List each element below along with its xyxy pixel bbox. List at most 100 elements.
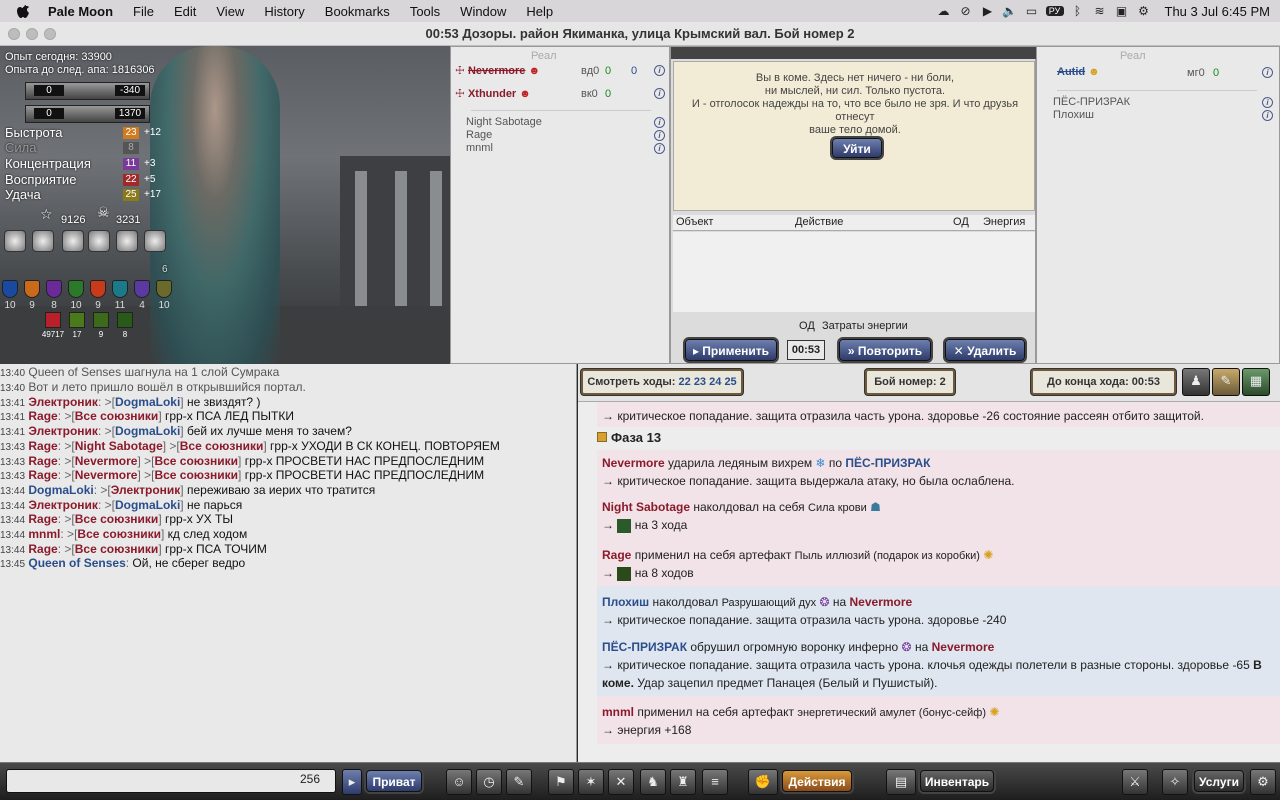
- minimize-window-button[interactable]: [26, 28, 38, 40]
- clock-icon[interactable]: ◷: [476, 769, 502, 795]
- chat-panel[interactable]: 13:40 Queen of Senses шагнула на 1 слой …: [0, 364, 577, 762]
- cancel-magic-icon[interactable]: ✕: [608, 769, 634, 795]
- shield-icon[interactable]: [90, 280, 106, 298]
- ally-name[interactable]: Night Sabotage: [466, 116, 542, 128]
- shield-icon[interactable]: [2, 280, 18, 298]
- chat-sender[interactable]: Rage: [28, 468, 57, 482]
- ally-name[interactable]: Плохиш: [1053, 109, 1094, 121]
- chat-recipient[interactable]: Все союзники: [75, 409, 159, 423]
- chat-sender[interactable]: mnml: [28, 527, 60, 541]
- chat-recipient[interactable]: DogmaLoki: [115, 395, 180, 409]
- settings-icon[interactable]: ⚙: [1250, 769, 1276, 795]
- send-button[interactable]: ▸: [342, 769, 362, 795]
- move-link[interactable]: 24: [709, 376, 721, 388]
- chat-recipient[interactable]: Все союзники: [75, 542, 159, 556]
- notification-icon[interactable]: ▣: [1111, 4, 1133, 18]
- chat-recipient[interactable]: Nevermore: [75, 468, 138, 482]
- log-actor[interactable]: mnml: [602, 705, 634, 719]
- ally-name[interactable]: Rage: [466, 129, 492, 141]
- chat-recipient[interactable]: Электроник: [111, 483, 181, 497]
- wifi-icon[interactable]: ≋: [1089, 4, 1111, 18]
- actions-button[interactable]: Действия: [782, 770, 852, 792]
- magic-wand-icon[interactable]: ✧: [1162, 769, 1188, 795]
- chat-sender[interactable]: DogmaLoki: [28, 483, 93, 497]
- menu-edit[interactable]: Edit: [164, 4, 206, 19]
- chat-sender[interactable]: Электроник: [28, 498, 98, 512]
- character-icon[interactable]: ♟: [1182, 368, 1210, 396]
- apply-button[interactable]: ▸ Применить: [685, 339, 777, 361]
- tools-icon[interactable]: [116, 230, 138, 252]
- team-icon[interactable]: ♜: [670, 769, 696, 795]
- fighter-row[interactable]: Autid ☻: [1057, 66, 1100, 78]
- chat-sender[interactable]: Электроник: [28, 424, 98, 438]
- mail-icon[interactable]: [32, 230, 54, 252]
- shield-icon[interactable]: [134, 280, 150, 298]
- delete-button[interactable]: ✕ Удалить: [945, 339, 1025, 361]
- chat-recipient[interactable]: DogmaLoki: [115, 424, 180, 438]
- move-link[interactable]: 25: [724, 376, 736, 388]
- menu-tools[interactable]: Tools: [400, 4, 450, 19]
- fighter-name[interactable]: Xthunder: [468, 88, 516, 100]
- chat-recipient[interactable]: DogmaLoki: [115, 498, 180, 512]
- pen-icon[interactable]: ✎: [506, 769, 532, 795]
- clan-icon[interactable]: [4, 230, 26, 252]
- inventory-icon[interactable]: ▤: [886, 769, 916, 795]
- chat-sender[interactable]: Queen of Senses: [28, 556, 125, 570]
- log-actor[interactable]: Rage: [602, 548, 631, 562]
- zoom-window-button[interactable]: [44, 28, 56, 40]
- chat-sender[interactable]: Rage: [28, 439, 57, 453]
- creative-cloud-icon[interactable]: ☁: [933, 4, 955, 18]
- battery-icon[interactable]: ▭: [1021, 4, 1043, 18]
- log-target[interactable]: Nevermore: [850, 595, 913, 609]
- info-icon[interactable]: i: [1262, 97, 1273, 108]
- chat-sender[interactable]: Rage: [28, 542, 57, 556]
- fighter-row[interactable]: ☩ Nevermore ☻: [455, 64, 540, 77]
- info-icon[interactable]: i: [654, 143, 665, 154]
- scroll-icon[interactable]: ✎: [1212, 368, 1240, 396]
- shield-icon[interactable]: [156, 280, 172, 298]
- log-actor[interactable]: Night Sabotage: [602, 500, 690, 514]
- menu-history[interactable]: History: [254, 4, 314, 19]
- info-icon[interactable]: i: [654, 65, 665, 76]
- leave-button[interactable]: Уйти: [832, 138, 882, 158]
- run-icon[interactable]: ⚑: [548, 769, 574, 795]
- apple-icon[interactable]: [12, 0, 34, 22]
- log-target[interactable]: ПЁС-ПРИЗРАК: [845, 456, 930, 470]
- ally-name[interactable]: ПЁС-ПРИЗРАК: [1053, 96, 1130, 108]
- smiley-icon[interactable]: ☺: [446, 769, 472, 795]
- info-icon[interactable]: i: [1262, 67, 1273, 78]
- private-button[interactable]: Приват: [366, 770, 422, 792]
- chat-recipient[interactable]: Nevermore: [75, 454, 138, 468]
- bluetooth-icon[interactable]: ᛒ: [1067, 4, 1089, 18]
- shield-icon[interactable]: [46, 280, 62, 298]
- info-icon[interactable]: i: [654, 117, 665, 128]
- chat-recipient[interactable]: Все союзники: [154, 468, 238, 482]
- repeat-button[interactable]: » Повторить: [839, 339, 931, 361]
- chat-sender[interactable]: Rage: [28, 512, 57, 526]
- map-icon[interactable]: ▦: [1242, 368, 1270, 396]
- menu-help[interactable]: Help: [516, 4, 563, 19]
- hourglass-icon[interactable]: [62, 230, 84, 252]
- chat-recipient[interactable]: Night Sabotage: [75, 439, 163, 453]
- log-actor[interactable]: ПЁС-ПРИЗРАК: [602, 640, 687, 654]
- buff-icon[interactable]: [45, 312, 61, 328]
- actions-icon[interactable]: ✊: [748, 769, 778, 795]
- scroll-icon[interactable]: [88, 230, 110, 252]
- ally-name[interactable]: mnml: [466, 142, 493, 154]
- log-target[interactable]: Nevermore: [932, 640, 995, 654]
- play-icon[interactable]: ▶: [977, 4, 999, 18]
- group-icon[interactable]: ♞: [640, 769, 666, 795]
- menu-window[interactable]: Window: [450, 4, 516, 19]
- control-center-icon[interactable]: ⚙: [1133, 4, 1155, 18]
- info-icon[interactable]: i: [654, 88, 665, 99]
- chat-sender[interactable]: Rage: [28, 454, 57, 468]
- input-source[interactable]: РУ: [1045, 6, 1064, 16]
- volume-icon[interactable]: 🔈: [999, 4, 1021, 18]
- chat-input[interactable]: [6, 769, 336, 793]
- log-actor[interactable]: Nevermore: [602, 456, 665, 470]
- fighter-name[interactable]: Nevermore: [468, 65, 525, 77]
- clock[interactable]: Thu 3 Jul 6:45 PM: [1155, 4, 1280, 19]
- focus-icon[interactable]: ⊘: [955, 4, 977, 18]
- fighter-name[interactable]: Autid: [1057, 66, 1085, 78]
- chat-recipient[interactable]: Все союзники: [154, 454, 238, 468]
